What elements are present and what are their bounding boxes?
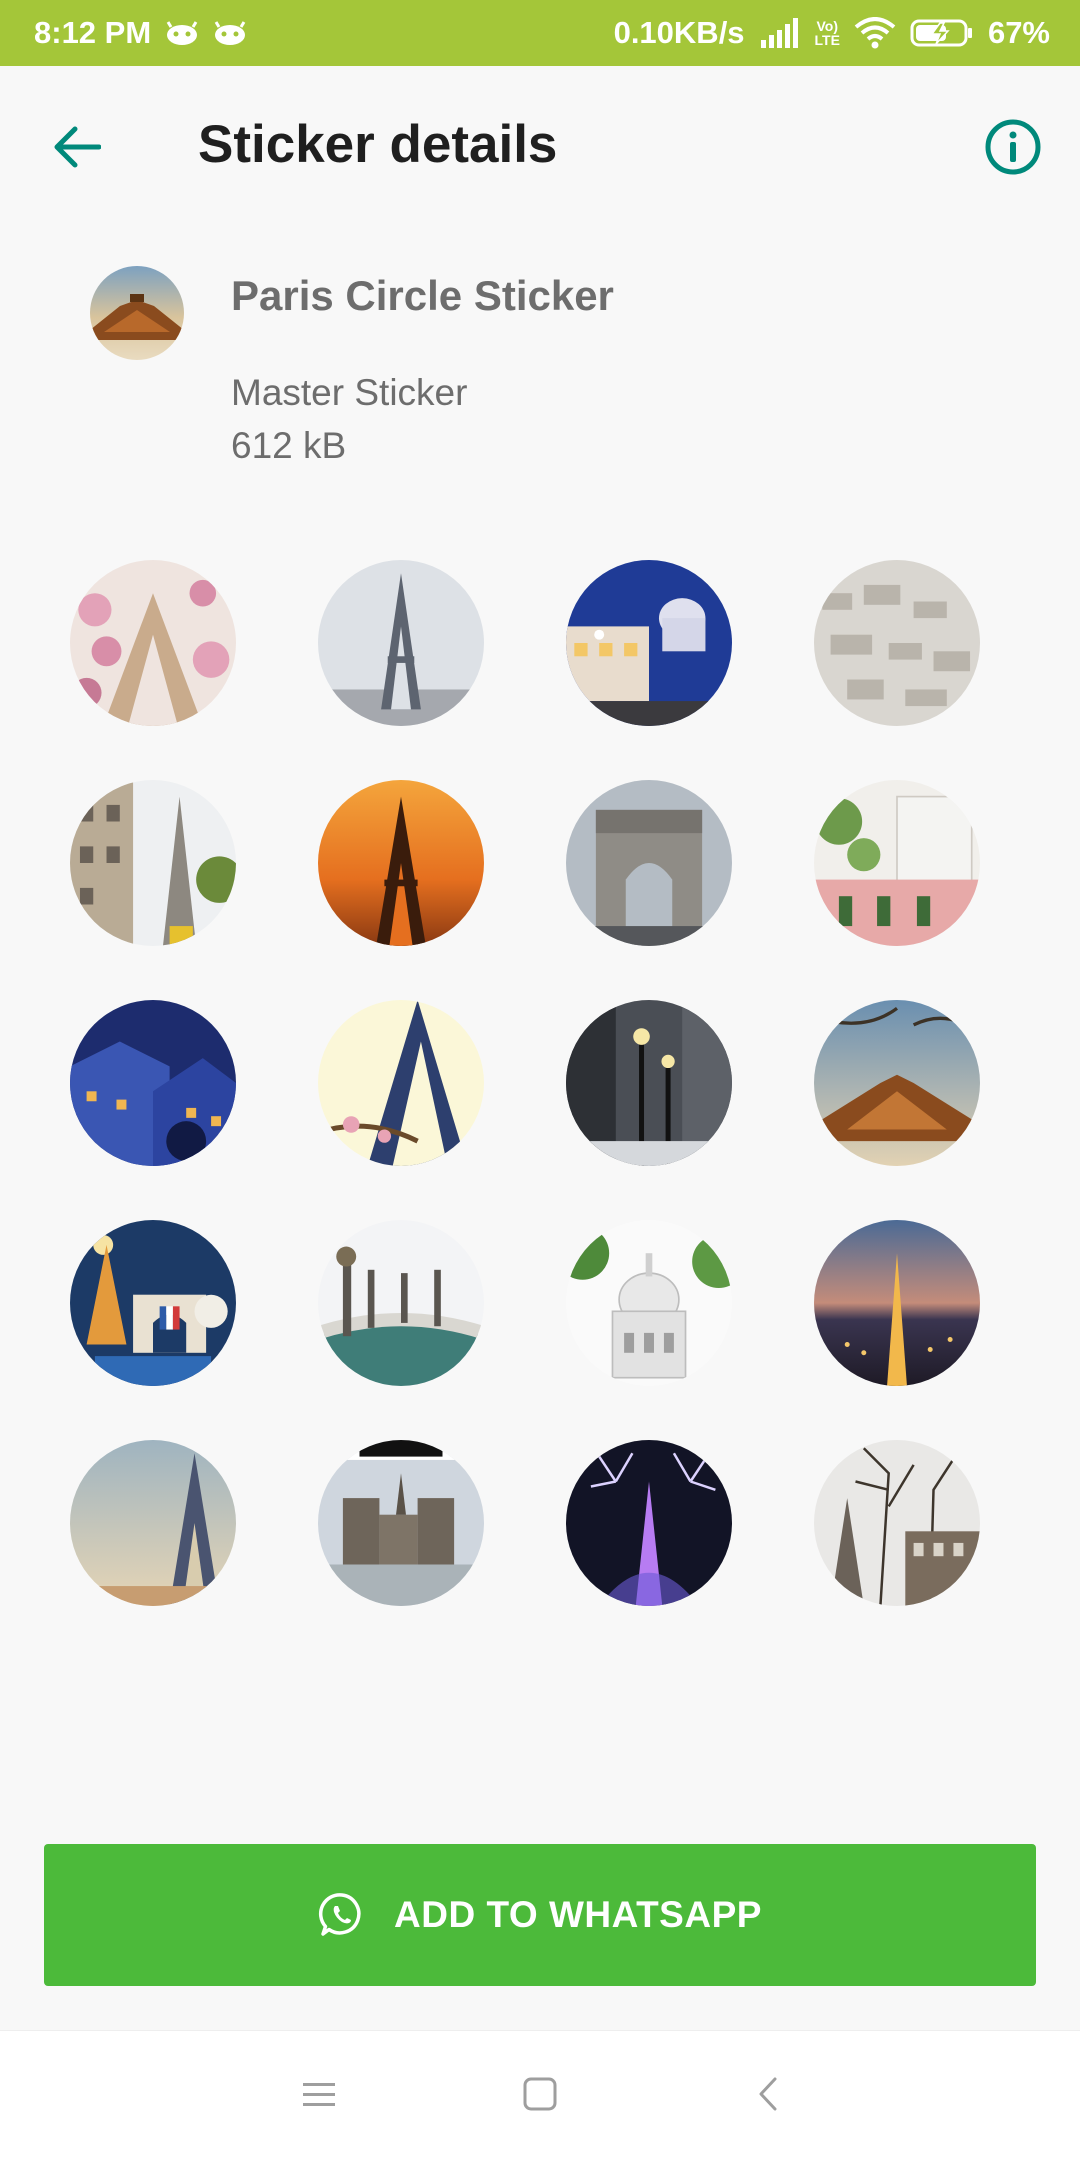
sticker-item[interactable] [566, 1440, 732, 1606]
pack-tray-image [90, 266, 184, 360]
add-to-whatsapp-button[interactable]: ADD TO WHATSAPP [44, 1844, 1036, 1986]
back-icon [756, 2076, 780, 2117]
sticker-item[interactable] [566, 1000, 732, 1166]
back-button[interactable] [40, 112, 114, 186]
whatsapp-icon [318, 1891, 366, 1939]
pack-size: 612 kB [231, 425, 347, 466]
pack-publisher: Master Sticker [231, 372, 468, 413]
app-bar: Sticker details [0, 66, 1080, 226]
sticker-item[interactable] [566, 560, 732, 726]
status-bar: 8:12 PM 0.10KB/s Vo) LTE 67% [0, 0, 1080, 66]
home-icon [522, 2076, 558, 2117]
sticker-item[interactable] [318, 1220, 484, 1386]
sticker-item[interactable] [814, 1000, 980, 1166]
arrow-left-icon [53, 125, 102, 174]
volte-icon: Vo) LTE [814, 18, 840, 48]
recents-button[interactable] [284, 2061, 354, 2131]
add-button-label: ADD TO WHATSAPP [394, 1894, 762, 1935]
signal-icon [759, 18, 801, 48]
sticker-item[interactable] [318, 560, 484, 726]
sticker-item[interactable] [566, 780, 732, 946]
battery-percent: 67% [987, 15, 1050, 50]
sticker-item[interactable] [70, 560, 236, 726]
android-notification-icon [165, 21, 199, 45]
sticker-item[interactable] [814, 560, 980, 726]
network-speed: 0.10KB/s [613, 15, 745, 50]
sticker-item[interactable] [318, 780, 484, 946]
info-button[interactable] [976, 112, 1050, 186]
sticker-item[interactable] [318, 1440, 484, 1606]
sticker-item[interactable] [70, 1220, 236, 1386]
sticker-item[interactable] [70, 780, 236, 946]
sticker-item[interactable] [814, 780, 980, 946]
battery-charging-icon [910, 18, 974, 48]
nav-back-button[interactable] [733, 2061, 803, 2131]
home-button[interactable] [505, 2061, 575, 2131]
wifi-icon [854, 17, 896, 49]
system-nav-bar [0, 2030, 1080, 2160]
menu-icon [301, 2079, 337, 2114]
sticker-item[interactable] [814, 1440, 980, 1606]
sticker-item[interactable] [70, 1000, 236, 1166]
page-title: Sticker details [198, 115, 558, 174]
sticker-item[interactable] [70, 1440, 236, 1606]
pack-header: Paris Circle Sticker Master Sticker 612 … [0, 260, 1080, 500]
android-notification-icon [213, 21, 247, 45]
info-icon [984, 118, 1042, 181]
sticker-item[interactable] [566, 1220, 732, 1386]
sticker-item[interactable] [318, 1000, 484, 1166]
sticker-item[interactable] [814, 1220, 980, 1386]
status-time: 8:12 PM [34, 15, 152, 50]
pack-name: Paris Circle Sticker [231, 272, 614, 319]
